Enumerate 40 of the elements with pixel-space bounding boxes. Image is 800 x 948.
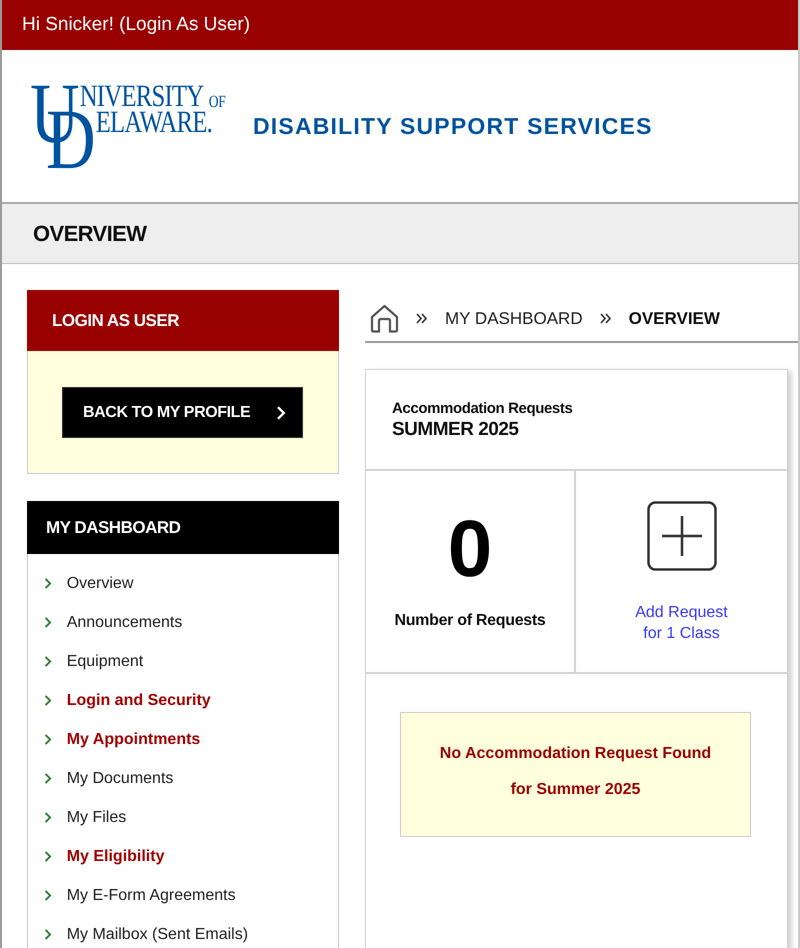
menu-link[interactable]: Equipment: [28, 642, 338, 681]
chevron-icon: [44, 890, 52, 901]
greeting-bar: Hi Snicker! (Login As User): [2, 0, 798, 50]
card-title: Accommodation Requests: [392, 399, 572, 419]
plus-icon[interactable]: [646, 501, 716, 571]
menu-link[interactable]: My Eligibility: [28, 837, 338, 876]
menu-link[interactable]: Overview: [28, 564, 338, 603]
chevron-icon: [44, 929, 52, 940]
chevron-icon: [276, 406, 286, 420]
chevron-icon: [44, 695, 52, 706]
menu-link[interactable]: My Files: [28, 798, 338, 837]
request-count: 0: [448, 509, 492, 589]
add-request-link[interactable]: Add Request for 1 Class: [626, 602, 738, 644]
term-label: SUMMER 2025: [392, 419, 518, 441]
panel-heading: LOGIN AS USER: [27, 290, 339, 351]
breadcrumb-link[interactable]: MY DASHBOARD: [445, 308, 583, 328]
menu-link[interactable]: My Mailbox (Sent Emails): [28, 915, 338, 948]
home-link[interactable]: [370, 304, 399, 333]
count-label: Number of Requests: [394, 612, 546, 630]
chevron-icon: [44, 734, 52, 745]
menu-link[interactable]: My Documents: [28, 759, 338, 798]
back-to-profile-button[interactable]: BACK TO MY PROFILE: [62, 387, 303, 438]
chevron-icon: [44, 851, 52, 862]
menu-link[interactable]: My E-Form Agreements: [28, 876, 338, 915]
breadcrumb-current: OVERVIEW: [628, 308, 720, 328]
chevron-icon: [44, 617, 52, 628]
menu-link[interactable]: Login and Security: [28, 681, 338, 720]
chevron-icon: [44, 578, 52, 589]
no-requests-notice: No Accommodation Request Found for Summer 2025: [400, 712, 751, 837]
chevron-icon: [44, 773, 52, 784]
home-icon: [370, 304, 399, 333]
chevron-icon: [44, 812, 52, 823]
double-chevron-icon: [416, 313, 428, 324]
site-title: DISABILITY SUPPORT SERVICES: [253, 112, 653, 140]
menu-link[interactable]: My Appointments: [28, 720, 338, 759]
panel-heading: MY DASHBOARD: [27, 501, 339, 554]
menu-link[interactable]: Announcements: [28, 603, 338, 642]
double-chevron-icon: [600, 313, 612, 324]
page-title-bar: OVERVIEW: [2, 202, 798, 264]
chevron-icon: [44, 656, 52, 667]
